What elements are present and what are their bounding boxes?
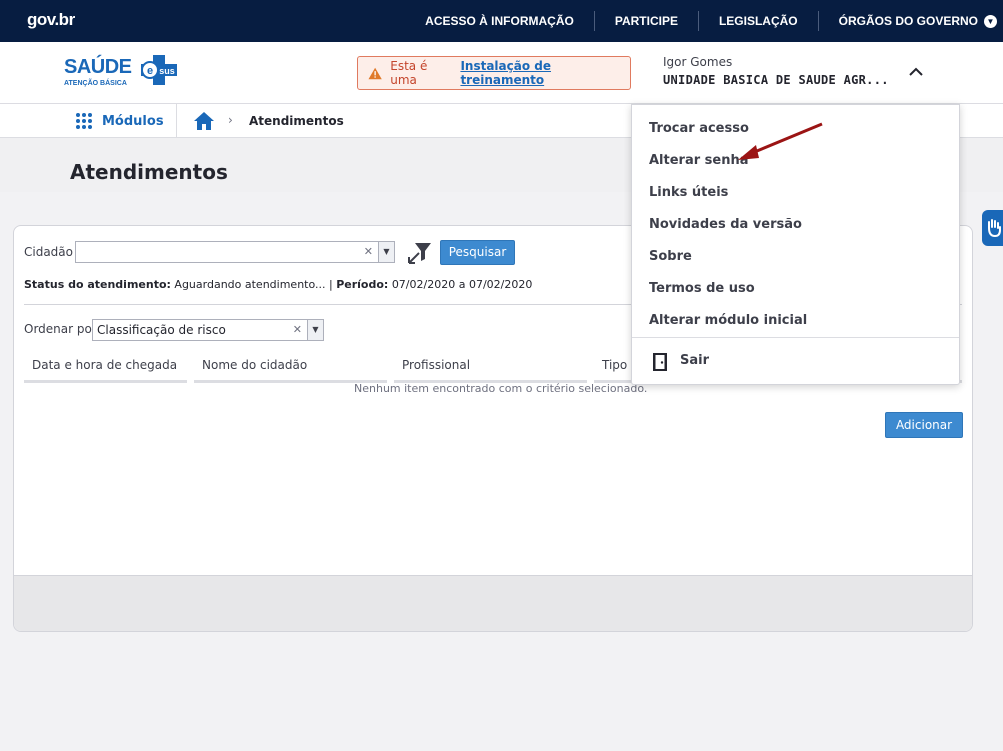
filter-summary: Status do atendimento: Aguardando atendi… <box>24 278 532 291</box>
user-info[interactable]: Igor Gomes UNIDADE BASICA DE SAUDE AGR..… <box>663 55 889 87</box>
cidadao-label: Cidadão <box>24 245 73 259</box>
chevron-down-icon[interactable]: ▼ <box>307 320 323 340</box>
training-alert: Esta é uma Instalação de treinamento <box>357 56 631 90</box>
order-value: Classificação de risco <box>97 323 226 337</box>
cidadao-input[interactable]: ✕ ▼ <box>75 241 395 263</box>
menu-item-links-uteis[interactable]: Links úteis <box>649 185 728 200</box>
brand-subtitle: ATENÇÃO BÁSICA <box>64 80 127 87</box>
order-select[interactable]: Classificação de risco ✕ ▼ <box>92 319 324 341</box>
gov-top-bar: gov.br ACESSO À INFORMAÇÃO PARTICIPE LEG… <box>0 0 1003 42</box>
grid-icon <box>76 113 92 129</box>
empty-message: Nenhum item encontrado com o critério se… <box>354 382 648 395</box>
gov-link-orgaos-label: ÓRGÃOS DO GOVERNO <box>838 14 978 28</box>
menu-item-alterar-senha[interactable]: Alterar senha <box>649 153 749 168</box>
clear-icon[interactable]: ✕ <box>364 245 373 258</box>
filter-icon[interactable] <box>407 241 433 265</box>
clear-icon[interactable]: ✕ <box>293 323 302 336</box>
menu-item-sobre[interactable]: Sobre <box>649 249 692 264</box>
app-header: SAÚDE e sus ATENÇÃO BÁSICA Esta é uma In… <box>0 42 1003 104</box>
page-title: Atendimentos <box>70 160 228 184</box>
alert-text: Esta é uma <box>390 59 428 87</box>
menu-item-sair[interactable]: Sair <box>680 353 709 368</box>
order-label: Ordenar por <box>24 322 97 336</box>
period-value: 07/02/2020 a 07/02/2020 <box>391 278 533 291</box>
home-icon[interactable] <box>193 111 215 131</box>
gov-link-legislacao[interactable]: LEGISLAÇÃO <box>699 11 819 31</box>
svg-text:e: e <box>147 65 153 77</box>
user-name: Igor Gomes <box>663 55 733 69</box>
modules-button[interactable]: Módulos <box>75 112 164 130</box>
gov-link-orgaos-governo[interactable]: ÓRGÃOS DO GOVERNO ▼ <box>819 11 1003 31</box>
period-label: Período: <box>336 278 389 291</box>
chevron-down-icon: ▼ <box>984 14 997 28</box>
gov-link-participe[interactable]: PARTICIPE <box>595 11 699 31</box>
menu-item-novidades[interactable]: Novidades da versão <box>649 217 802 232</box>
brand-title: SAÚDE <box>64 56 132 78</box>
gov-link-acesso-informacao[interactable]: ACESSO À INFORMAÇÃO <box>405 11 595 31</box>
chevron-down-icon[interactable]: ▼ <box>378 242 394 262</box>
column-header-professional[interactable]: Profissional <box>402 358 470 372</box>
menu-item-alterar-modulo[interactable]: Alterar módulo inicial <box>649 313 807 328</box>
column-header-name[interactable]: Nome do cidadão <box>202 358 307 372</box>
warning-icon <box>368 67 382 79</box>
user-menu: Trocar acesso Alterar senha Links úteis … <box>631 104 960 385</box>
chevron-up-icon[interactable] <box>906 64 926 80</box>
logout-door-icon <box>653 353 667 371</box>
menu-divider <box>632 337 959 338</box>
status-value: Aguardando atendimento... <box>174 278 326 291</box>
gov-nav: ACESSO À INFORMAÇÃO PARTICIPE LEGISLAÇÃO… <box>405 0 1003 42</box>
card-footer <box>14 575 972 631</box>
column-underline <box>24 380 187 383</box>
training-link[interactable]: Instalação de treinamento <box>460 59 630 87</box>
saude-esus-logo[interactable]: SAÚDE e sus ATENÇÃO BÁSICA <box>64 54 180 92</box>
breadcrumb-divider <box>176 104 177 138</box>
modules-label: Módulos <box>102 113 164 129</box>
status-label: Status do atendimento: <box>24 278 171 291</box>
add-button[interactable]: Adicionar <box>885 412 963 438</box>
menu-item-trocar-acesso[interactable]: Trocar acesso <box>649 121 749 136</box>
breadcrumb-current: Atendimentos <box>249 114 344 128</box>
libras-widget[interactable] <box>982 210 1003 246</box>
hand-icon <box>988 219 1001 238</box>
user-unit: UNIDADE BASICA DE SAUDE AGR... <box>663 73 889 87</box>
govbr-logo[interactable]: gov.br <box>27 10 75 30</box>
esus-cross-icon: e sus <box>141 55 177 85</box>
brand-badge: sus <box>159 66 175 76</box>
search-button[interactable]: Pesquisar <box>440 240 515 265</box>
chevron-right-icon: › <box>228 113 233 127</box>
menu-item-termos[interactable]: Termos de uso <box>649 281 755 296</box>
column-header-arrival[interactable]: Data e hora de chegada <box>32 358 177 372</box>
